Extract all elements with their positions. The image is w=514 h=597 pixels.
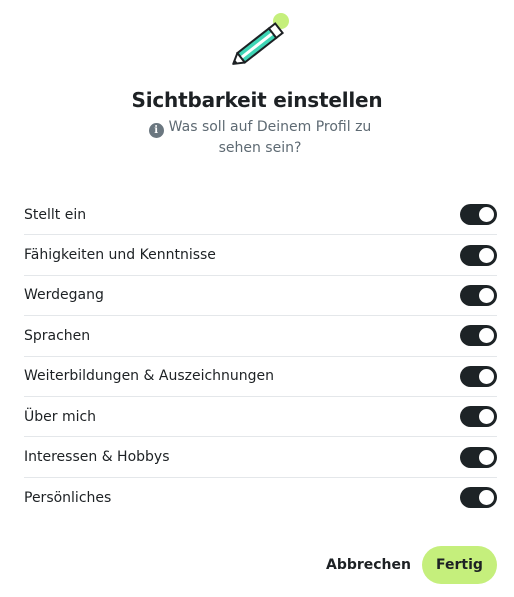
toggle-knob	[479, 247, 494, 263]
dialog-subtitle: i Was soll auf Deinem Profil zu sehen sei…	[130, 117, 390, 159]
toggle-knob	[479, 490, 494, 506]
visibility-row: Über mich	[24, 397, 497, 438]
visibility-toggle[interactable]	[460, 284, 497, 306]
visibility-row-label: Persönliches	[24, 489, 112, 506]
visibility-row: Sprachen	[24, 316, 497, 357]
pencil-icon	[232, 13, 289, 65]
toggle-knob	[479, 207, 494, 223]
visibility-row: Werdegang	[24, 276, 497, 317]
visibility-toggle[interactable]	[460, 446, 497, 468]
toggle-knob	[479, 287, 494, 303]
visibility-dialog: Sichtbarkeit einstellen i Was soll auf De…	[0, 0, 514, 597]
visibility-row-label: Werdegang	[24, 287, 104, 304]
dialog-footer: Abbrechen Fertig	[315, 546, 497, 584]
info-icon: i	[148, 123, 164, 138]
subtitle-text: Was soll auf Deinem Profil zu sehen sein…	[168, 119, 372, 156]
visibility-row: Interessen & Hobbys	[24, 437, 497, 478]
visibility-toggle[interactable]	[460, 406, 497, 428]
visibility-row-label: Fähigkeiten und Kenntnisse	[24, 247, 216, 264]
visibility-toggle[interactable]	[460, 365, 497, 387]
visibility-toggle[interactable]	[460, 244, 497, 266]
visibility-row-label: Über mich	[24, 408, 97, 425]
visibility-row: Stellt ein	[24, 195, 497, 236]
visibility-toggle[interactable]	[460, 487, 497, 509]
done-button[interactable]: Fertig	[422, 546, 497, 584]
visibility-toggle[interactable]	[460, 325, 497, 347]
visibility-row-label: Sprachen	[24, 327, 91, 344]
visibility-row: Fähigkeiten und Kenntnisse	[24, 235, 497, 276]
visibility-row-label: Interessen & Hobbys	[24, 449, 170, 466]
toggle-knob	[479, 449, 494, 465]
visibility-row-label: Stellt ein	[24, 206, 87, 223]
visibility-row: Persönliches	[24, 478, 497, 518]
toggle-knob	[479, 368, 494, 384]
dialog-title: Sichtbarkeit einstellen	[131, 88, 383, 112]
visibility-row-label: Weiterbildungen & Auszeichnungen	[24, 368, 275, 385]
toggle-knob	[479, 409, 494, 425]
visibility-list: Stellt ein Fähigkeiten und Kenntnisse Werd…	[24, 195, 497, 518]
cancel-button[interactable]: Abbrechen	[315, 557, 422, 573]
toggle-knob	[479, 328, 494, 344]
visibility-row: Weiterbildungen & Auszeichnungen	[24, 357, 497, 397]
visibility-toggle[interactable]	[460, 204, 497, 226]
